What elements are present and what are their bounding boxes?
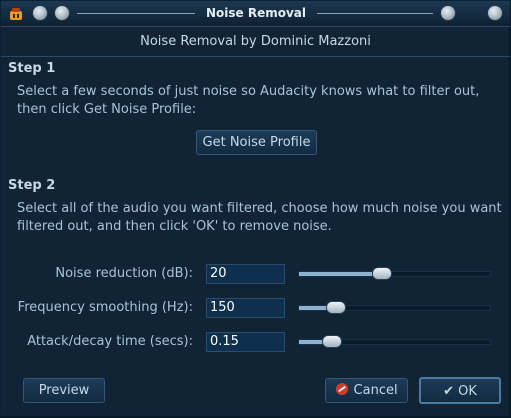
ok-label: OK — [458, 384, 477, 399]
frequency-smoothing-slider[interactable] — [298, 301, 491, 314]
menu-button[interactable] — [32, 5, 48, 21]
step2-heading: Step 2 — [8, 178, 56, 193]
credit-text: Noise Removal by Dominic Mazzoni — [140, 34, 371, 49]
noise-reduction-slider[interactable] — [298, 267, 491, 280]
audacity-icon[interactable] — [9, 7, 23, 21]
step1-text-line2: then click Get Noise Profile: — [17, 102, 197, 117]
step1-text-line1: Select a few seconds of just noise so Au… — [17, 84, 480, 99]
checkmark-icon: ✔ — [443, 384, 454, 399]
slider-thumb[interactable] — [322, 335, 342, 348]
title-decoration-left — [77, 13, 195, 14]
frequency-smoothing-field[interactable]: 150 — [206, 298, 285, 318]
ok-button[interactable]: ✔ OK — [419, 377, 501, 404]
noise-reduction-field[interactable]: 20 — [206, 264, 285, 284]
get-noise-profile-button[interactable]: Get Noise Profile — [196, 130, 317, 155]
window-title: Noise Removal — [205, 6, 307, 20]
slider-thumb[interactable] — [326, 301, 346, 314]
step2-text-line1: Select all of the audio you want filtere… — [17, 201, 502, 216]
noise-reduction-label: Noise reduction (dB): — [55, 266, 193, 281]
divider — [1, 56, 510, 57]
step2-text-line2: filtered out, and then click 'OK' to rem… — [17, 219, 332, 234]
shade-button[interactable] — [54, 5, 70, 21]
frequency-smoothing-label: Frequency smoothing (Hz): — [17, 300, 193, 315]
title-bar[interactable]: Noise Removal — [1, 1, 510, 27]
attack-decay-field[interactable]: 0.15 — [206, 332, 285, 352]
attack-decay-label: Attack/decay time (secs): — [27, 334, 193, 349]
slider-fill — [299, 272, 382, 276]
preview-label: Preview — [38, 383, 90, 398]
slider-thumb[interactable] — [372, 267, 392, 280]
close-button[interactable] — [487, 5, 503, 21]
step1-heading: Step 1 — [8, 61, 56, 76]
cancel-label: Cancel — [353, 383, 398, 398]
attack-decay-slider[interactable] — [298, 335, 491, 348]
cancel-button[interactable]: Cancel — [325, 378, 408, 403]
title-decoration-right — [317, 13, 433, 14]
noise-removal-dialog: Noise Removal Noise Removal by Dominic M… — [0, 0, 510, 416]
minimize-button[interactable] — [440, 5, 456, 21]
cancel-icon — [336, 383, 349, 395]
preview-button[interactable]: Preview — [23, 378, 105, 403]
